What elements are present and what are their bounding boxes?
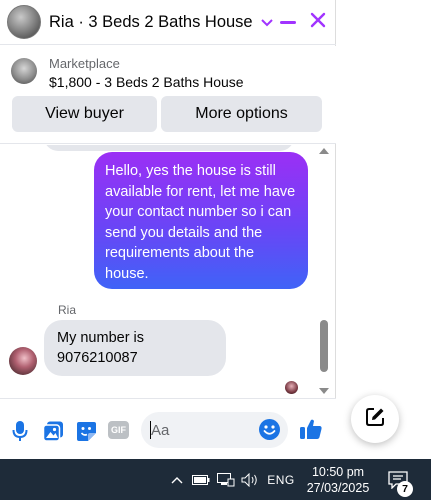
message-list: Hello, yes the house is still available … — [0, 145, 336, 398]
like-thumb-icon[interactable] — [299, 417, 323, 441]
view-buyer-button[interactable]: View buyer — [12, 96, 157, 132]
listing-source: Marketplace — [49, 56, 120, 71]
microphone-icon[interactable] — [9, 420, 31, 442]
message-scrollbar[interactable] — [318, 148, 330, 394]
taskbar-clock[interactable]: 10:50 pm 27/03/2025 — [304, 464, 372, 496]
scroll-down-arrow-icon[interactable] — [319, 388, 329, 394]
volume-icon[interactable] — [240, 459, 260, 500]
message-composer: GIF — [0, 398, 336, 459]
input-language-indicator[interactable]: ENG — [266, 459, 296, 500]
close-icon[interactable] — [310, 10, 326, 32]
emoji-icon[interactable] — [259, 419, 280, 440]
sender-avatar[interactable] — [9, 347, 37, 375]
header-actions — [280, 10, 326, 32]
scrollbar-thumb[interactable] — [320, 320, 328, 372]
gif-icon[interactable]: GIF — [108, 421, 129, 439]
chat-header[interactable]: Ria · 3 Beds 2 Baths House — [0, 0, 336, 45]
sender-name: Ria — [58, 303, 77, 317]
windows-taskbar: ENG 10:50 pm 27/03/2025 — [0, 459, 431, 500]
screen: Ria · 3 Beds 2 Baths House Marketplace $… — [0, 0, 431, 500]
listing-thumbnail[interactable] — [11, 58, 37, 84]
chevron-down-icon[interactable] — [260, 14, 273, 30]
sticker-icon[interactable] — [75, 420, 97, 442]
notification-count-badge: 7 — [397, 481, 413, 497]
new-message-button[interactable] — [351, 395, 399, 443]
message-input-box[interactable] — [141, 412, 288, 448]
messenger-chat-window: Ria · 3 Beds 2 Baths House Marketplace $… — [0, 0, 336, 459]
chat-title[interactable]: Ria · 3 Beds 2 Baths House — [49, 13, 253, 32]
battery-icon[interactable] — [191, 459, 211, 500]
minimize-icon[interactable] — [280, 20, 296, 24]
clock-date: 27/03/2025 — [306, 481, 370, 495]
listing-title[interactable]: $1,800 - 3 Beds 2 Baths House — [49, 74, 244, 90]
photo-icon[interactable] — [42, 420, 64, 442]
show-hidden-icons-chevron[interactable] — [168, 459, 186, 500]
listing-avatar[interactable] — [7, 5, 41, 39]
previous-message-bubble — [44, 145, 294, 151]
message-input[interactable] — [151, 421, 251, 439]
scroll-up-arrow-icon[interactable] — [319, 148, 329, 154]
compose-icon — [364, 406, 386, 433]
incoming-message-bubble[interactable]: My number is 9076210087 — [44, 320, 226, 376]
network-icon[interactable] — [215, 459, 237, 500]
more-options-button[interactable]: More options — [161, 96, 322, 132]
outgoing-message-bubble[interactable]: Hello, yes the house is still available … — [94, 152, 308, 289]
seen-receipt-avatar — [285, 381, 298, 394]
marketplace-listing-card: Marketplace $1,800 - 3 Beds 2 Baths Hous… — [0, 46, 336, 144]
clock-time: 10:50 pm — [311, 465, 365, 479]
